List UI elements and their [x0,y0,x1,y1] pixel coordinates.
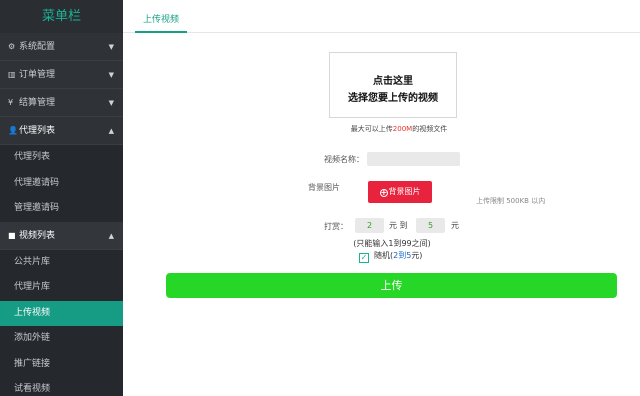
sidebar-item-promo-link[interactable]: 推广链接 [0,352,123,378]
chevron-down-icon: ▼ [108,99,114,107]
sidebar-group-label: 代理列表 [19,126,56,136]
main-panel: 上传视频 点击这里 选择您要上传的视频 最大可以上传200M的视频文件 视频名称… [123,0,640,396]
chevron-up-icon: ▲ [108,127,114,135]
reward-label: 打赏： [324,222,348,231]
yen-icon: ¥ [8,98,14,107]
gear-icon: ⚙ [8,42,16,51]
background-image-label: 背景图片 [308,183,340,192]
reward-min-input[interactable]: 2 [355,218,384,233]
chevron-down-icon: ▼ [108,43,114,51]
size-hint-suffix: 的视频文件 [412,125,448,133]
sidebar-submenu-agents: 代理列表 代理邀请码 管理邀请码 [0,145,123,222]
sidebar-title: 菜单栏 [0,0,123,33]
random-label-suffix: 元) [411,251,423,260]
sidebar-item-agent-list[interactable]: 代理列表 [0,145,123,171]
size-hint-prefix: 最大可以上传 [350,125,393,133]
sidebar-group-label: 结算管理 [19,98,56,108]
chevron-down-icon: ▼ [108,71,114,79]
sidebar-item-manage-invite-code[interactable]: 管理邀请码 [0,196,123,222]
chevron-up-icon: ▲ [108,231,114,240]
sidebar-item-add-external-link[interactable]: 添加外链 [0,326,123,352]
video-name-input[interactable] [367,152,460,166]
plus-circle-icon: + [379,188,388,197]
user-icon: 👤 [8,126,18,135]
sidebar-item-upload-video[interactable]: 上传视频 [0,300,123,326]
background-image-button-label: 背景图片 [388,187,421,196]
sidebar-group-label: 系统配置 [19,42,56,52]
video-name-label: 视频名称： [324,155,364,164]
sidebar-group-agents[interactable]: 👤代理列表 ▲ [0,117,123,145]
sidebar-item-public-library[interactable]: 公共片库 [0,250,123,276]
random-range-value: 2到5 [393,251,412,260]
sidebar-group-label: 订单管理 [19,70,56,80]
background-image-size-limit: 上传限制 500KB 以内 [476,197,546,205]
video-upload-dropzone[interactable]: 点击这里 选择您要上传的视频 [329,52,457,118]
sidebar-item-agent-invite-code[interactable]: 代理邀请码 [0,171,123,197]
random-reward-option: ✓ 随机(2到5元) [359,250,423,263]
sidebar-group-videos[interactable]: ■ 视频列表 ▲ [0,221,123,250]
sidebar: 菜单栏 ⚙ 系统配置 ▼ ▥ 订单管理 ▼ ¥ 结算管理 ▼ 👤代理列表 ▲ 代理列表… [0,0,123,396]
sidebar-group-system-config[interactable]: ⚙ 系统配置 ▼ [0,33,123,61]
upload-submit-button[interactable]: 上传 [166,273,617,298]
sidebar-item-agent-library[interactable]: 代理片库 [0,275,123,301]
sidebar-group-orders[interactable]: ▥ 订单管理 ▼ [0,61,123,89]
reward-range-hint: (只能输入1到99之间) [353,239,431,248]
reward-max-input[interactable]: 5 [416,218,445,233]
tab-bar: 上传视频 [123,0,640,33]
bar-chart-icon: ▥ [8,70,16,79]
random-label-prefix: 随机( [374,251,394,260]
video-camera-icon: ■ [8,230,16,240]
sidebar-group-label: 视频列表 [19,230,56,241]
reward-min-unit: 元 到 [389,221,408,230]
size-hint-value: 200M [392,125,413,133]
upload-prompt-line2: 选择您要上传的视频 [348,93,438,104]
sidebar-group-settlement[interactable]: ¥ 结算管理 ▼ [0,89,123,117]
random-reward-checkbox[interactable]: ✓ [359,253,369,263]
sidebar-submenu-videos: 公共片库 代理片库 上传视频 添加外链 推广链接 试看视频 [0,249,123,396]
reward-max-unit: 元 [451,221,459,230]
upload-size-hint: 最大可以上传200M的视频文件 [319,124,479,134]
background-image-button[interactable]: +背景图片 [368,181,432,203]
upload-prompt-line1: 点击这里 [373,76,413,87]
sidebar-item-preview-video[interactable]: 试看视频 [0,377,123,396]
tab-upload-video[interactable]: 上传视频 [135,0,188,33]
